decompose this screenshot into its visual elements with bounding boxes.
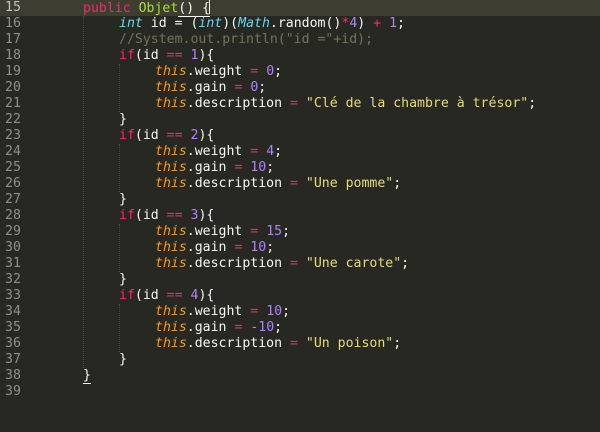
code-line[interactable]: 33 if(id == 4){ — [0, 288, 600, 304]
code-text: if(id == 3){ — [119, 208, 215, 223]
code-line[interactable]: 20 this.gain = 0; — [0, 80, 600, 96]
code-text: this.weight = 4; — [155, 144, 283, 159]
line-number: 35 — [5, 320, 21, 335]
code-line[interactable]: 19 this.weight = 0; — [0, 64, 600, 80]
code-text: this.gain = -10; — [155, 320, 283, 335]
code-line[interactable]: 28 if(id == 3){ — [0, 208, 600, 224]
code-line[interactable]: 23 if(id == 2){ — [0, 128, 600, 144]
line-number: 36 — [5, 336, 21, 351]
code-editor[interactable]: 15 public Objet() { 16 int id = (int)(Ma… — [0, 0, 600, 400]
code-line[interactable]: 38 } — [0, 368, 600, 384]
code-text: this.gain = 0; — [155, 80, 267, 95]
code-line[interactable]: 18 if(id == 1){ — [0, 48, 600, 64]
line-number: 34 — [5, 304, 21, 319]
code-line[interactable]: 16 int id = (int)(Math.random()*4) + 1; — [0, 16, 600, 32]
code-text: } — [119, 192, 127, 207]
code-text: this.description = "Un poison"; — [155, 336, 402, 351]
text-cursor — [209, 0, 211, 14]
code-text: this.description = "Une pomme"; — [155, 176, 402, 191]
code-text: this.weight = 10; — [155, 304, 291, 319]
code-line[interactable]: 29 this.weight = 15; — [0, 224, 600, 240]
code-line[interactable]: 30 this.gain = 10; — [0, 240, 600, 256]
code-text: this.description = "Clé de la chambre à … — [155, 96, 537, 111]
line-number: 16 — [5, 16, 21, 31]
line-number: 32 — [5, 272, 21, 287]
code-line[interactable]: 37 } — [0, 352, 600, 368]
line-number: 25 — [5, 160, 21, 175]
code-text: if(id == 2){ — [119, 128, 215, 143]
code-line[interactable]: 21 this.description = "Clé de la chambre… — [0, 96, 600, 112]
code-line[interactable]: 32 } — [0, 272, 600, 288]
code-text: } — [119, 272, 127, 287]
line-number: 27 — [5, 192, 21, 207]
code-line[interactable]: 34 this.weight = 10; — [0, 304, 600, 320]
code-line[interactable]: 36 this.description = "Un poison"; — [0, 336, 600, 352]
line-number: 31 — [5, 256, 21, 271]
line-number: 28 — [5, 208, 21, 223]
code-line[interactable]: 17 //System.out.println("id ="+id); — [0, 32, 600, 48]
line-number: 39 — [5, 384, 21, 399]
code-text: this.description = "Une carote"; — [155, 256, 410, 271]
code-line[interactable]: 39 — [0, 384, 600, 400]
line-number: 26 — [5, 176, 21, 191]
code-line[interactable]: 22 } — [0, 112, 600, 128]
code-text: this.gain = 10; — [155, 160, 275, 175]
line-number: 38 — [5, 368, 21, 383]
line-number: 30 — [5, 240, 21, 255]
code-text: this.gain = 10; — [155, 240, 275, 255]
line-number: 18 — [5, 48, 21, 63]
code-text: } — [83, 368, 91, 384]
code-line[interactable]: 27 } — [0, 192, 600, 208]
code-line[interactable]: 25 this.gain = 10; — [0, 160, 600, 176]
code-text: } — [119, 352, 127, 367]
line-number: 33 — [5, 288, 21, 303]
line-number: 23 — [5, 128, 21, 143]
code-line[interactable]: 24 this.weight = 4; — [0, 144, 600, 160]
code-text: if(id == 4){ — [119, 288, 215, 303]
line-number: 29 — [5, 224, 21, 239]
code-line[interactable]: 35 this.gain = -10; — [0, 320, 600, 336]
line-number: 20 — [5, 80, 21, 95]
code-text: public Objet() { — [83, 0, 211, 17]
code-line[interactable]: 31 this.description = "Une carote"; — [0, 256, 600, 272]
code-text: this.weight = 15; — [155, 224, 291, 239]
line-number: 22 — [5, 112, 21, 127]
code-text: } — [119, 112, 127, 127]
line-number: 19 — [5, 64, 21, 79]
code-comment: //System.out.println("id ="+id); — [119, 32, 374, 47]
line-number: 15 — [5, 0, 21, 15]
line-number: 37 — [5, 352, 21, 367]
code-text: if(id == 1){ — [119, 48, 215, 63]
line-number: 17 — [5, 32, 21, 47]
code-line[interactable]: 15 public Objet() { — [0, 0, 600, 17]
code-text: this.weight = 0; — [155, 64, 283, 79]
code-line[interactable]: 26 this.description = "Une pomme"; — [0, 176, 600, 192]
code-text: int id = (int)(Math.random()*4) + 1; — [119, 16, 405, 31]
line-number: 21 — [5, 96, 21, 111]
line-number: 24 — [5, 144, 21, 159]
